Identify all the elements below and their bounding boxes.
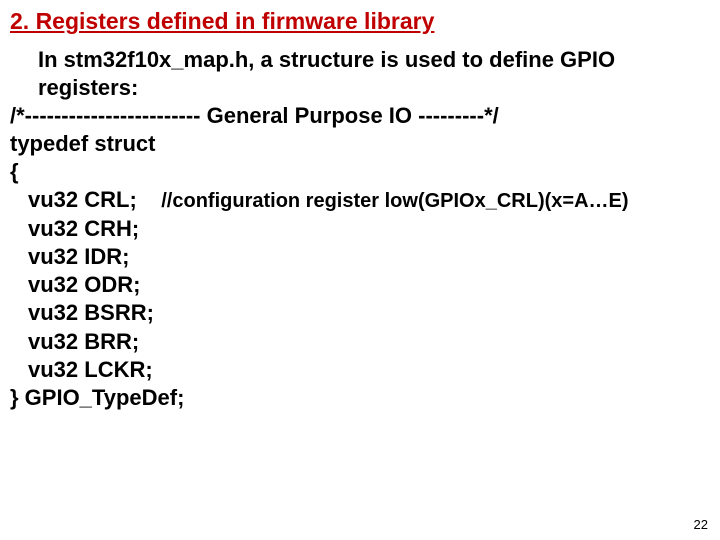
code-crh: vu32 CRH; — [10, 215, 706, 243]
code-close: } GPIO_TypeDef; — [10, 384, 706, 412]
intro-line-2: registers: — [10, 74, 706, 102]
code-brr: vu32 BRR; — [10, 328, 706, 356]
page-number: 22 — [694, 517, 708, 532]
code-idr: vu32 IDR; — [10, 243, 706, 271]
intro-line-1: In stm32f10x_map.h, a structure is used … — [10, 46, 706, 74]
code-crl-comment: //configuration register low(GPIOx_CRL)(… — [161, 190, 628, 212]
slide: 2. Registers defined in firmware library… — [0, 0, 720, 540]
code-open-brace: { — [10, 158, 706, 186]
code-lckr: vu32 LCKR; — [10, 356, 706, 384]
code-odr: vu32 ODR; — [10, 271, 706, 299]
code-crl: vu32 CRL; //configuration register low(G… — [10, 186, 706, 215]
slide-body: In stm32f10x_map.h, a structure is used … — [10, 46, 706, 412]
code-typedef: typedef struct — [10, 130, 706, 158]
code-crl-field: vu32 CRL; — [28, 187, 137, 212]
code-banner: /*------------------------ General Purpo… — [10, 102, 706, 130]
code-bsrr: vu32 BSRR; — [10, 299, 706, 327]
slide-title: 2. Registers defined in firmware library — [10, 8, 706, 36]
